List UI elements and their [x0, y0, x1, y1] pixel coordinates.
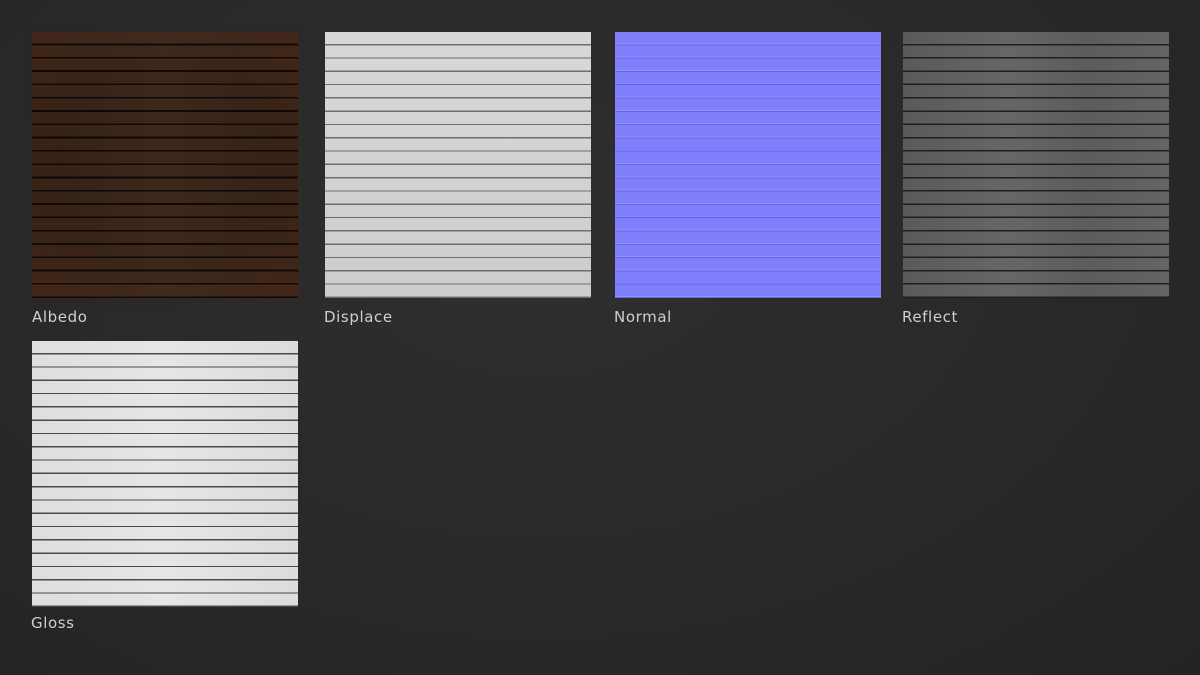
normal-label: Normal — [614, 308, 672, 326]
normal-texture-thumbnail[interactable] — [615, 32, 881, 298]
reflect-label: Reflect — [902, 308, 958, 326]
gloss-texture-thumbnail[interactable] — [32, 341, 298, 607]
albedo-texture-thumbnail[interactable] — [32, 32, 298, 298]
displace-texture-thumbnail[interactable] — [325, 32, 591, 298]
gloss-label: Gloss — [31, 614, 75, 632]
reflect-texture-thumbnail[interactable] — [903, 32, 1169, 298]
albedo-label: Albedo — [32, 308, 88, 326]
displace-label: Displace — [324, 308, 393, 326]
